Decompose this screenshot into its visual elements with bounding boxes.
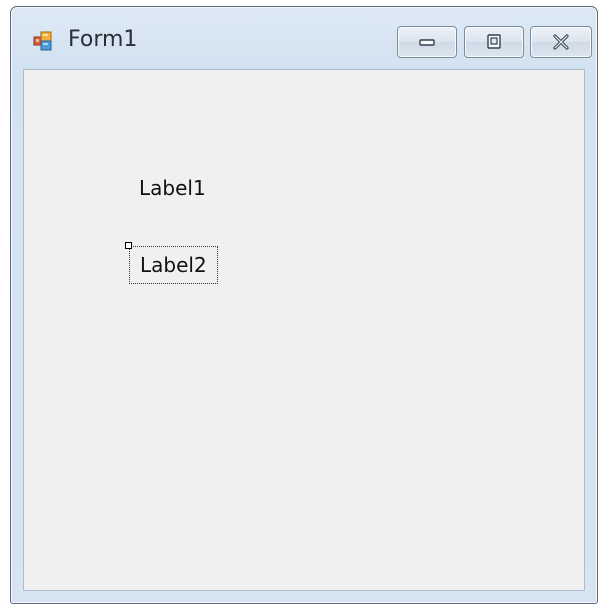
maximize-icon	[487, 34, 501, 49]
minimize-button[interactable]	[397, 26, 457, 58]
window-title: Form1	[68, 27, 138, 52]
minimize-icon	[419, 39, 435, 46]
close-button[interactable]	[530, 26, 592, 58]
form-app-icon[interactable]	[33, 30, 55, 52]
maximize-button[interactable]	[464, 26, 524, 58]
form-client-area[interactable]: Label1 Label2	[23, 69, 585, 591]
title-bar[interactable]: Form1	[11, 7, 597, 69]
close-icon	[553, 34, 569, 50]
label2[interactable]: Label2	[140, 252, 207, 278]
selection-grip-handle[interactable]	[125, 242, 132, 249]
label2-selection-box[interactable]: Label2	[125, 242, 218, 284]
form-window: Form1 Label1 Label2	[10, 6, 598, 604]
label1[interactable]: Label1	[139, 175, 206, 201]
